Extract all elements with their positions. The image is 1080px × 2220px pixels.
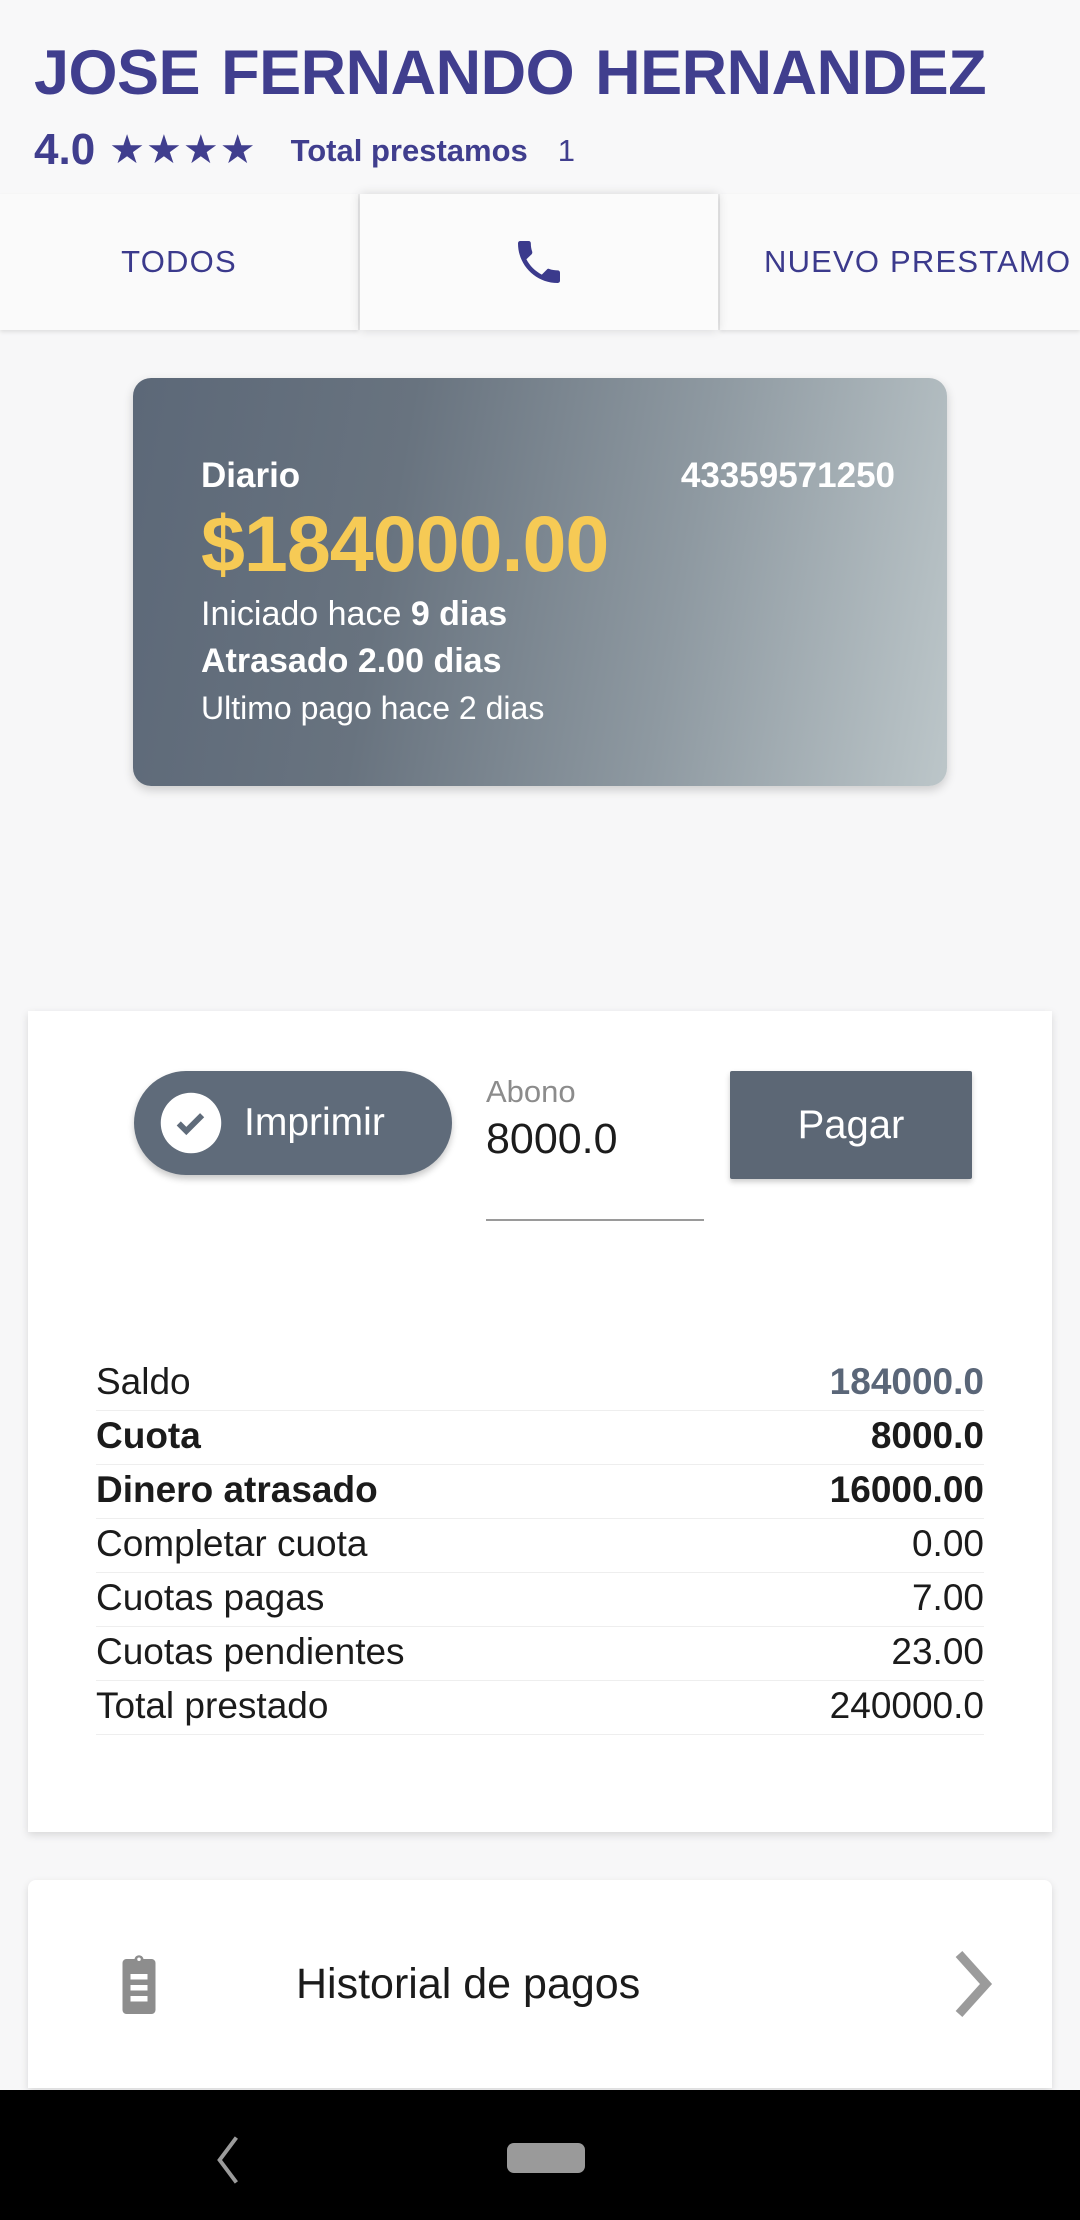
loan-card-top-row: Diario 43359571250 [201,456,895,496]
row-label: Total prestado [96,1685,329,1726]
abono-field[interactable]: Abono 8000.0 [486,1071,708,1221]
page-title: JOSE FERNANDO HERNANDEZ [34,38,987,108]
row-value: 240000.0 [829,1685,984,1726]
android-nav-bar [0,2090,1080,2220]
table-row: Saldo 184000.0 [96,1357,984,1411]
table-row: Cuota 8000.0 [96,1411,984,1465]
chevron-right-icon [952,1948,996,2020]
loan-summary-card[interactable]: Diario 43359571250 $184000.00 Iniciado h… [133,378,947,787]
payment-action-row: Imprimir Abono 8000.0 Pagar [94,1071,986,1241]
abono-label: Abono [486,1074,576,1109]
loan-type-label: Diario [201,456,301,496]
row-value: 23.00 [891,1631,984,1672]
home-pill-icon[interactable] [507,2143,585,2173]
row-value: 16000.00 [829,1469,984,1510]
abono-underline [486,1218,704,1221]
total-loans-count: 1 [557,132,576,168]
row-label: Cuota [96,1415,201,1456]
print-button[interactable]: Imprimir [134,1071,452,1175]
table-row: Total prestado 240000.0 [96,1681,984,1735]
row-value: 0.00 [911,1523,984,1564]
tab-todos[interactable]: TODOS [0,194,358,331]
rating-value: 4.0 [34,125,96,175]
loan-card-container: Diario 43359571250 $184000.00 Iniciado h… [0,330,1080,787]
client-header: JOSE FERNANDO HERNANDEZ 4.0 ★★★★ Total p… [0,0,1080,195]
payment-history-label: Historial de pagos [296,1959,641,2008]
total-loans-label: Total prestamos [290,132,528,168]
tab-call[interactable] [360,194,718,331]
star-rating-icon: ★★★★ [109,128,257,173]
table-row: Completar cuota 0.00 [96,1519,984,1573]
loan-reference-number: 43359571250 [680,456,895,496]
pay-button[interactable]: Pagar [730,1071,972,1179]
loan-summary-table: Saldo 184000.0 Cuota 8000.0 Dinero atras… [94,1357,986,1735]
loan-started-line: Iniciado hace 9 dias [201,593,895,637]
loan-amount: $184000.00 [201,499,609,589]
row-value: 8000.0 [870,1415,984,1456]
tab-nuevo-prestamo[interactable]: NUEVO PRESTAMO [720,194,1080,331]
loan-started-value: 9 dias [410,594,508,633]
row-label: Cuotas pagas [96,1577,325,1618]
loan-detail-panel: Imprimir Abono 8000.0 Pagar Saldo 184000… [28,1011,1052,1832]
row-value: 7.00 [911,1577,984,1618]
check-circle-icon [158,1090,224,1156]
tab-todos-label: TODOS [121,244,237,280]
row-value: 184000.0 [829,1361,984,1402]
tab-bar: TODOS NUEVO PRESTAMO [0,194,1080,331]
table-row: Dinero atrasado 16000.00 [96,1465,984,1519]
row-label: Cuotas pendientes [96,1631,405,1672]
rating-row: 4.0 ★★★★ Total prestamos 1 [34,128,1046,172]
abono-input[interactable]: 8000.0 [486,1113,708,1167]
payment-history-item[interactable]: Historial de pagos [28,1880,1052,2088]
row-label: Saldo [96,1361,191,1402]
row-label: Completar cuota [96,1523,368,1564]
tab-nuevo-prestamo-label: NUEVO PRESTAMO [764,244,1072,280]
phone-icon [511,234,567,290]
back-chevron-icon[interactable] [210,2132,246,2188]
clipboard-icon [114,1953,164,2015]
print-button-label: Imprimir [244,1101,385,1144]
pay-button-label: Pagar [797,1102,905,1147]
loan-overdue-line: Atrasado 2.00 dias [201,642,502,681]
loan-last-payment-line: Ultimo pago hace 2 dias [201,689,545,726]
table-row: Cuotas pendientes 23.00 [96,1627,984,1681]
row-label: Dinero atrasado [96,1469,378,1510]
table-row: Cuotas pagas 7.00 [96,1573,984,1627]
loan-started-prefix: Iniciado hace [201,594,411,633]
